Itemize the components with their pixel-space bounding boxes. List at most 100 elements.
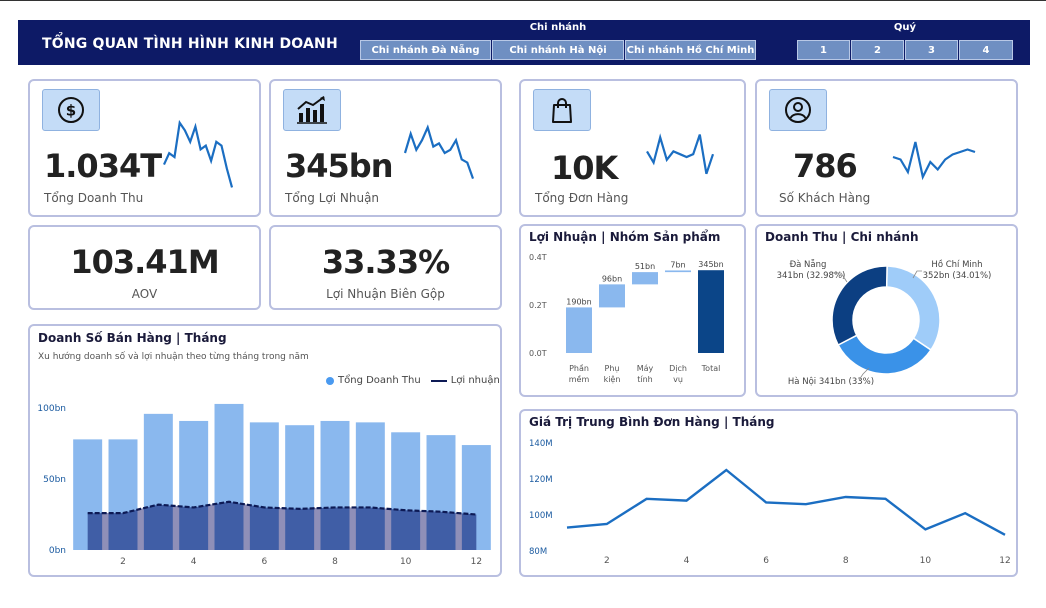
donut-label-value: Hà Nội 341bn (33%) [788, 376, 874, 387]
waterfall-x-tick: tính [637, 375, 653, 384]
kpi-card-customers: 786 Số Khách Hàng [755, 79, 1018, 217]
profit-area-gap [102, 513, 109, 550]
sales-x-tick: 2 [120, 557, 126, 567]
shopping-bag-icon [533, 89, 591, 131]
sales-y-tick: 100bn [37, 404, 66, 414]
donut-label-value: 341bn (32.98%) [777, 271, 846, 281]
quarter-button-4[interactable]: 4 [959, 40, 1013, 60]
kpi-value-profit: 345bn [285, 147, 393, 185]
profit-area-gap [349, 507, 356, 550]
donut-label-name: Đà Nẵng [790, 259, 827, 270]
kpi-card-profit: 345bn Tổng Lợi Nhuận [269, 79, 502, 217]
aov-x-tick: 2 [604, 556, 610, 566]
aov-chart-card: Giá Trị Trung Bình Đơn Hàng | Tháng 80M 1… [519, 409, 1018, 577]
metric-value-gross-margin: 33.33% [321, 243, 450, 281]
profit-category-chart: 0.0T 0.2T 0.4T 190bn Phầnmềm 96bn Phụkiện 51bn M… [529, 253, 724, 385]
kpi-card-revenue: $ 1.034T Tổng Doanh Thu [28, 79, 261, 217]
profit-area-gap [137, 508, 144, 550]
sparkline-profit [403, 124, 475, 179]
dollar-icon: $ [42, 89, 100, 131]
donut-label-value: 352bn (34.01%) [923, 271, 992, 281]
aov-y-tick: 140M [529, 439, 553, 449]
quarter-button-2[interactable]: 2 [851, 40, 904, 60]
metric-label-aov: AOV [131, 287, 158, 301]
kpi-label-profit: Tổng Lợi Nhuận [285, 191, 380, 205]
sales-x-tick: 8 [332, 557, 338, 567]
profit-category-card: Lợi Nhuận | Nhóm Sản phẩm 0.0T 0.2T 0.4T 19… [519, 224, 746, 397]
kpi-card-orders: 10K Tổng Đơn Hàng [519, 79, 746, 217]
aov-y-tick: 100M [529, 511, 553, 521]
profit-area-gap [172, 506, 180, 550]
aov-line [566, 468, 1006, 536]
profit-area-gap [278, 508, 286, 550]
sparkline-orders [646, 133, 715, 175]
waterfall-data-label: 190bn [566, 297, 591, 306]
waterfall-data-label: 51bn [635, 262, 655, 271]
sales-chart-card: Doanh Số Bán Hàng | Tháng Xu hướng doanh… [28, 324, 502, 577]
aov-x-tick: 6 [763, 556, 769, 566]
waterfall-y-tick: 0.2T [529, 301, 547, 310]
sales-x-tick: 12 [471, 557, 482, 567]
waterfall-y-tick: 0.0T [529, 349, 547, 358]
branch-button-ha-noi[interactable]: Chi nhánh Hà Nội [492, 40, 624, 60]
branch-revenue-card: Doanh Thu | Chi nhánh Hồ Chí Minh 352bn (… [755, 224, 1018, 397]
aov-y-tick: 80M [529, 547, 547, 557]
sales-y-tick: 50bn [43, 475, 66, 485]
profit-area-gap [384, 508, 392, 550]
sales-x-tick: 10 [400, 557, 412, 567]
waterfall-bar [599, 284, 625, 308]
kpi-label-orders: Tổng Đơn Hàng [535, 191, 629, 205]
metric-label-gross-margin: Lợi Nhuận Biên Gộp [326, 287, 445, 301]
bar-chart-icon [283, 89, 341, 131]
aov-x-tick: 4 [684, 556, 690, 566]
metric-value-aov: 103.41M [70, 243, 219, 281]
top-border-line [0, 0, 1046, 1]
aov-chart: 80M 100M 120M 140M 2 4 6 8 10 12 [529, 439, 1011, 566]
dashboard-header: TỔNG QUAN TÌNH HÌNH KINH DOANH Chi nhánh… [18, 20, 1030, 65]
kpi-label-revenue: Tổng Doanh Thu [44, 191, 144, 205]
quarter-button-1[interactable]: 1 [797, 40, 850, 60]
waterfall-data-label: 345bn [698, 260, 723, 269]
waterfall-x-tick: Dịch [669, 364, 687, 374]
metric-card-aov: 103.41M AOV [28, 225, 261, 310]
waterfall-x-tick: Phụ [605, 364, 620, 374]
kpi-value-customers: 786 [793, 147, 858, 185]
waterfall-x-tick: kiện [604, 374, 621, 384]
aov-x-tick: 8 [843, 556, 849, 566]
aov-x-tick: 12 [999, 556, 1010, 566]
branch-slicer-title: Chi nhánh [529, 22, 587, 33]
waterfall-bar [566, 307, 592, 353]
waterfall-x-tick: Máy [637, 364, 654, 373]
sales-y-tick: 0bn [49, 546, 66, 556]
aov-y-tick: 120M [529, 475, 553, 485]
branch-button-da-nang[interactable]: Chi nhánh Đà Nẵng [360, 40, 491, 60]
quarter-slicer-title: Quý [893, 22, 917, 33]
kpi-value-revenue: 1.034T [44, 147, 162, 185]
profit-area-gap [420, 511, 427, 550]
svg-text:$: $ [66, 102, 76, 120]
user-icon [769, 89, 827, 131]
metric-card-gross-margin: 33.33% Lợi Nhuận Biên Gộp [269, 225, 502, 310]
quarter-button-3[interactable]: 3 [905, 40, 958, 60]
kpi-value-orders: 10K [551, 149, 618, 187]
waterfall-x-tick: Total [701, 364, 721, 373]
profit-area-gap [314, 508, 321, 550]
sparkline-customers [892, 141, 976, 181]
waterfall-data-label: 7bn [670, 260, 685, 269]
waterfall-data-label: 96bn [602, 274, 622, 283]
profit-area-gap [455, 513, 462, 550]
waterfall-x-tick: mềm [569, 374, 590, 384]
sales-x-tick: 4 [191, 557, 197, 567]
waterfall-x-tick: vụ [673, 375, 683, 385]
donut-slice [837, 334, 932, 375]
dashboard-title: TỔNG QUAN TÌNH HÌNH KINH DOANH [42, 36, 338, 52]
sparkline-revenue [162, 119, 234, 188]
branch-revenue-chart: Hồ Chí Minh352bn (34.01%) Đà Nẵng341bn (3… [777, 259, 992, 387]
profit-area-gap [208, 504, 215, 550]
waterfall-bar [665, 270, 691, 273]
aov-x-tick: 10 [920, 556, 932, 566]
branch-button-ho-chi-minh[interactable]: Chi nhánh Hồ Chí Minh [625, 40, 756, 60]
waterfall-bar [698, 270, 724, 353]
sales-chart: 0bn 50bn 100bn 2 4 6 8 10 12 [37, 403, 491, 567]
donut-label-name: Hồ Chí Minh [931, 259, 982, 270]
